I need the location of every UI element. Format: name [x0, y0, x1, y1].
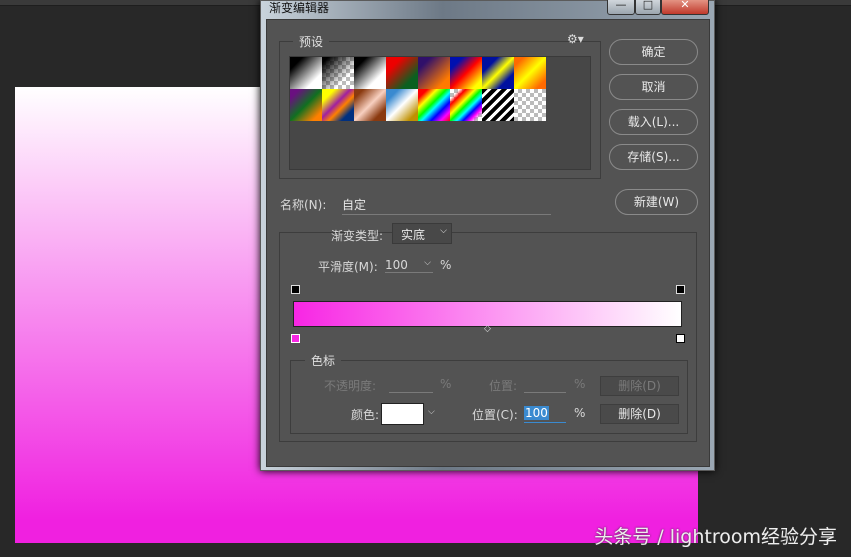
opacity-position-percent: %: [574, 377, 586, 391]
preset-swatch[interactable]: [322, 57, 354, 89]
smoothness-value: 100: [385, 258, 408, 272]
preset-swatch[interactable]: [482, 57, 514, 89]
gradient-type-label: 渐变类型:: [331, 229, 384, 243]
preset-swatch[interactable]: [418, 89, 450, 121]
color-position-label: 位置(C):: [472, 408, 518, 422]
color-position-percent: %: [574, 406, 586, 420]
preset-swatch[interactable]: [386, 89, 418, 121]
smoothness-percent: %: [440, 258, 452, 272]
presets-label: 预设: [293, 33, 330, 50]
preset-swatch[interactable]: [450, 89, 482, 121]
opacity-stop-right[interactable]: [676, 285, 685, 294]
dialog-body: 预设 ⚙▾ 确定 取消 载入(L)... 存储(S)... 名称(N): 自定 …: [266, 19, 710, 467]
minimize-icon[interactable]: —: [607, 0, 635, 15]
dialog-title: 渐变编辑器: [269, 1, 330, 15]
load-button[interactable]: 载入(L)...: [609, 109, 698, 135]
color-position-input[interactable]: 100: [524, 406, 566, 423]
color-delete-button[interactable]: 删除(D): [600, 404, 679, 424]
preset-swatch[interactable]: [386, 57, 418, 89]
save-button[interactable]: 存储(S)...: [609, 144, 698, 170]
stops-label: 色标: [305, 352, 342, 369]
preset-swatch[interactable]: [482, 89, 514, 121]
watermark: 头条号 / lightroom经验分享: [594, 526, 837, 548]
color-stop-left[interactable]: [291, 334, 300, 343]
preset-grid: [289, 56, 591, 170]
opacity-input: [389, 392, 433, 393]
maximize-icon[interactable]: □: [635, 0, 661, 15]
new-button[interactable]: 新建(W): [615, 189, 698, 215]
opacity-delete-button: 删除(D): [600, 376, 679, 396]
gradient-type-value: 实底: [401, 228, 426, 242]
preset-swatch[interactable]: [290, 89, 322, 121]
cancel-button[interactable]: 取消: [609, 74, 698, 100]
chevron-down-icon: ⌵: [440, 226, 447, 236]
close-icon[interactable]: ✕: [661, 0, 709, 15]
preset-swatch[interactable]: [450, 57, 482, 89]
opacity-percent: %: [440, 377, 452, 391]
gear-icon[interactable]: ⚙▾: [567, 32, 584, 46]
opacity-position-label: 位置:: [489, 379, 518, 393]
preset-swatch[interactable]: [354, 89, 386, 121]
preset-swatch[interactable]: [514, 57, 546, 89]
gradient-type-select[interactable]: 实底 ⌵: [392, 223, 452, 244]
gradient-editor-dialog: 渐变编辑器 — □ ✕ 预设 ⚙▾ 确定 取消 载入(L)... 存储(S)..…: [260, 0, 715, 471]
ok-button[interactable]: 确定: [609, 39, 698, 65]
smoothness-label: 平滑度(M):: [318, 260, 378, 274]
preset-swatch[interactable]: [514, 89, 546, 121]
opacity-position-input: [524, 392, 566, 393]
color-position-value: 100: [524, 406, 549, 420]
preset-swatch[interactable]: [322, 89, 354, 121]
name-label: 名称(N):: [280, 198, 327, 212]
name-input[interactable]: 自定: [342, 196, 551, 215]
preset-swatch[interactable]: [290, 57, 322, 89]
smoothness-input[interactable]: 100 ⌵: [385, 258, 433, 273]
color-label: 颜色:: [351, 408, 380, 422]
midpoint-diamond[interactable]: ◇: [484, 324, 491, 334]
chevron-down-icon[interactable]: ⌵: [428, 407, 435, 417]
preset-swatch[interactable]: [354, 57, 386, 89]
chevron-down-icon: ⌵: [424, 258, 431, 268]
opacity-label: 不透明度:: [324, 379, 377, 393]
preset-swatch[interactable]: [418, 57, 450, 89]
opacity-stop-left[interactable]: [291, 285, 300, 294]
color-stop-right[interactable]: [676, 334, 685, 343]
color-swatch[interactable]: [381, 403, 424, 425]
